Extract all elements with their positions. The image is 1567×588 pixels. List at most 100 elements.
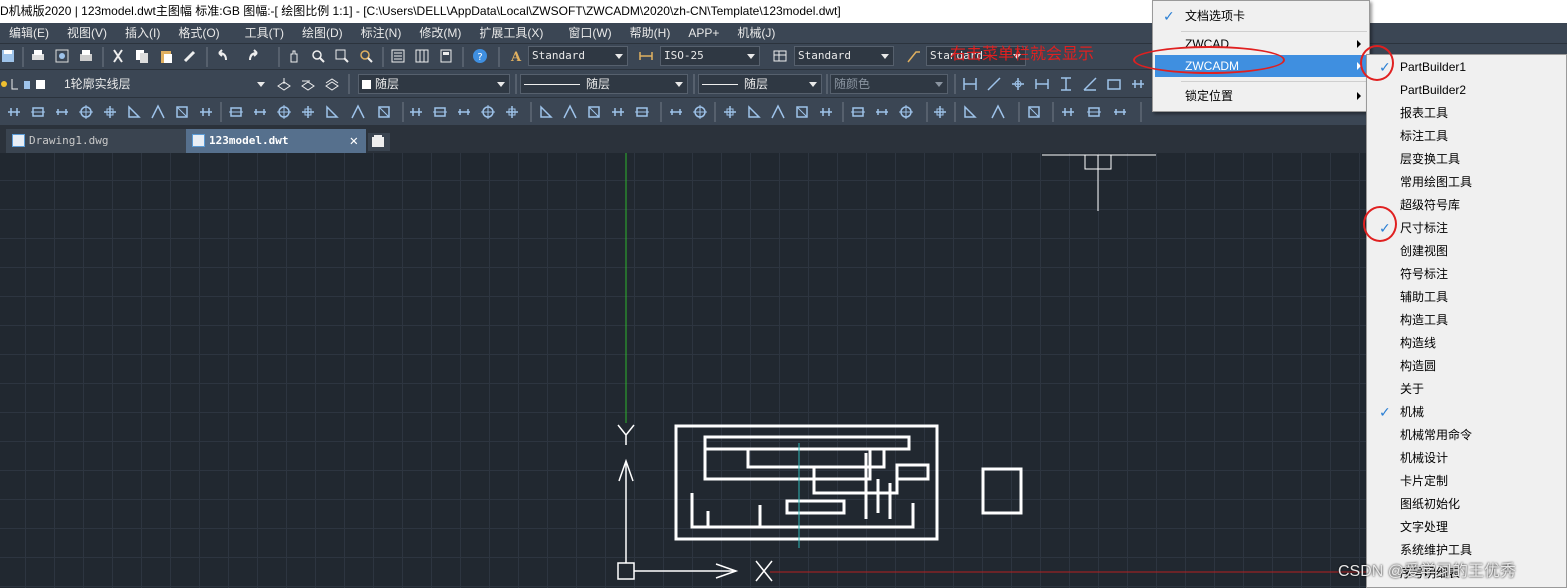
submenu-item[interactable]: ✓ PartBuilder1 — [1369, 56, 1567, 79]
mechanical-tool-icon[interactable] — [794, 104, 810, 120]
mechanical-tool-icon[interactable] — [456, 104, 472, 120]
mechanical-tool-icon[interactable] — [1112, 104, 1128, 120]
mechanical-tool-icon[interactable] — [1026, 104, 1042, 120]
tool-palettes-icon[interactable] — [438, 48, 454, 64]
make-current-layer-icon[interactable] — [276, 76, 292, 92]
lineweight-select[interactable]: 随层 — [698, 74, 822, 94]
mechanical-tool-icon[interactable] — [692, 104, 708, 120]
table-style-select[interactable]: Standard — [794, 46, 894, 66]
submenu-item[interactable]: 层变换工具 — [1369, 148, 1567, 171]
plotstyle-select[interactable]: 随颜色 — [830, 74, 948, 94]
mechanical-tool-icon[interactable] — [668, 104, 684, 120]
mechanical-tool-icon[interactable] — [30, 104, 46, 120]
submenu-item[interactable]: 超级符号库 — [1369, 194, 1567, 217]
mechanical-tool-icon[interactable] — [300, 104, 316, 120]
submenu-item[interactable]: 机械常用命令 — [1369, 424, 1567, 447]
mechanical-tool-icon[interactable] — [634, 104, 650, 120]
match-properties-icon[interactable] — [182, 48, 198, 64]
linetype-select[interactable]: 随层 — [520, 74, 688, 94]
dim-horizontal-icon[interactable] — [1034, 76, 1050, 92]
print-icon[interactable] — [30, 48, 46, 64]
menu-help[interactable]: 帮助(H) — [621, 23, 680, 43]
mechanical-tool-icon[interactable] — [432, 104, 448, 120]
mechanical-tool-icon[interactable] — [228, 104, 244, 120]
submenu-item[interactable]: 图纸初始化 — [1369, 493, 1567, 516]
mechanical-tool-icon[interactable] — [874, 104, 890, 120]
submenu-item[interactable]: ✓ 机械 — [1369, 401, 1567, 424]
mechanical-tool-icon[interactable] — [174, 104, 190, 120]
mechanical-tool-icon[interactable] — [324, 104, 340, 120]
mechanical-tool-icon[interactable] — [746, 104, 762, 120]
mechanical-tool-icon[interactable] — [78, 104, 94, 120]
menu-item-lock-position[interactable]: 锁定位置 — [1155, 85, 1367, 107]
text-style-select[interactable]: Standard — [528, 46, 628, 66]
menu-window[interactable]: 窗口(W) — [552, 23, 620, 43]
redo-icon[interactable] — [246, 48, 262, 64]
mechanical-tool-icon[interactable] — [102, 104, 118, 120]
mechanical-tool-icon[interactable] — [376, 104, 392, 120]
submenu-item[interactable]: 创建视图 — [1369, 240, 1567, 263]
dim-style-icon[interactable] — [638, 48, 654, 64]
layer-state-icons[interactable] — [0, 76, 46, 92]
menu-mechanical[interactable]: 机械(J) — [728, 23, 784, 43]
submenu-item[interactable]: 符号标注 — [1369, 263, 1567, 286]
mechanical-tool-icon[interactable] — [252, 104, 268, 120]
mechanical-tool-icon[interactable] — [850, 104, 866, 120]
dim-aligned-icon[interactable] — [986, 76, 1002, 92]
dim-style-select[interactable]: ISO-25 — [660, 46, 760, 66]
submenu-item[interactable]: 文字处理 — [1369, 516, 1567, 539]
menu-draw[interactable]: 绘图(D) — [293, 23, 352, 43]
mechanical-tool-icon[interactable] — [722, 104, 738, 120]
submenu-item[interactable]: 构造圆 — [1369, 355, 1567, 378]
paste-icon[interactable] — [158, 48, 174, 64]
layer-select[interactable]: 1轮廓实线层 — [46, 74, 270, 94]
mechanical-tool-icon[interactable] — [818, 104, 834, 120]
submenu-item[interactable]: 构造工具 — [1369, 309, 1567, 332]
zoom-window-icon[interactable] — [334, 48, 350, 64]
design-center-icon[interactable] — [414, 48, 430, 64]
mechanical-tool-icon[interactable] — [562, 104, 578, 120]
dim-baseline-icon[interactable] — [1106, 76, 1122, 92]
submenu-item[interactable]: 卡片定制 — [1369, 470, 1567, 493]
zoom-realtime-icon[interactable] — [310, 48, 326, 64]
menu-format[interactable]: 格式(O) — [169, 23, 228, 43]
submenu-item[interactable]: 常用绘图工具 — [1369, 171, 1567, 194]
mechanical-tool-icon[interactable] — [1060, 104, 1076, 120]
submenu-item[interactable]: 关于 — [1369, 378, 1567, 401]
menu-dimension[interactable]: 标注(N) — [352, 23, 411, 43]
mechanical-tool-icon[interactable] — [408, 104, 424, 120]
layer-previous-icon[interactable] — [300, 76, 316, 92]
plot-icon[interactable] — [78, 48, 94, 64]
tab-123model[interactable]: 123model.dwt ✕ — [186, 129, 366, 153]
mechanical-tool-icon[interactable] — [990, 104, 1006, 120]
menu-view[interactable]: 视图(V) — [58, 23, 116, 43]
mechanical-tool-icon[interactable] — [610, 104, 626, 120]
table-style-icon[interactable] — [772, 48, 788, 64]
dim-linear-icon[interactable] — [962, 76, 978, 92]
text-style-icon[interactable]: A — [508, 48, 524, 64]
submenu-item[interactable]: 机械设计 — [1369, 447, 1567, 470]
cut-icon[interactable] — [110, 48, 126, 64]
drawing-canvas[interactable] — [0, 153, 1567, 588]
color-select[interactable]: 随层 — [358, 74, 510, 94]
pan-icon[interactable] — [286, 48, 302, 64]
mechanical-tool-icon[interactable] — [350, 104, 366, 120]
close-tab-icon[interactable]: ✕ — [350, 129, 358, 153]
mechanical-tool-icon[interactable] — [962, 104, 978, 120]
menu-edit[interactable]: 编辑(E) — [0, 23, 58, 43]
mechanical-tool-icon[interactable] — [770, 104, 786, 120]
submenu-item[interactable]: PartBuilder2 — [1369, 79, 1567, 102]
mechanical-tool-icon[interactable] — [504, 104, 520, 120]
save-icon[interactable] — [0, 48, 16, 64]
tab-drawing1[interactable]: Drawing1.dwg — [6, 129, 186, 153]
menu-item-document-tabs[interactable]: ✓ 文档选项卡 — [1155, 5, 1367, 27]
mechanical-tool-icon[interactable] — [54, 104, 70, 120]
dim-angle-icon[interactable] — [1082, 76, 1098, 92]
submenu-item[interactable]: 辅助工具 — [1369, 286, 1567, 309]
dim-vertical-icon[interactable] — [1058, 76, 1074, 92]
properties-icon[interactable] — [390, 48, 406, 64]
mechanical-tool-icon[interactable] — [150, 104, 166, 120]
copy-icon[interactable] — [134, 48, 150, 64]
mleader-style-icon[interactable] — [906, 48, 922, 64]
menu-app-plus[interactable]: APP+ — [679, 23, 728, 43]
